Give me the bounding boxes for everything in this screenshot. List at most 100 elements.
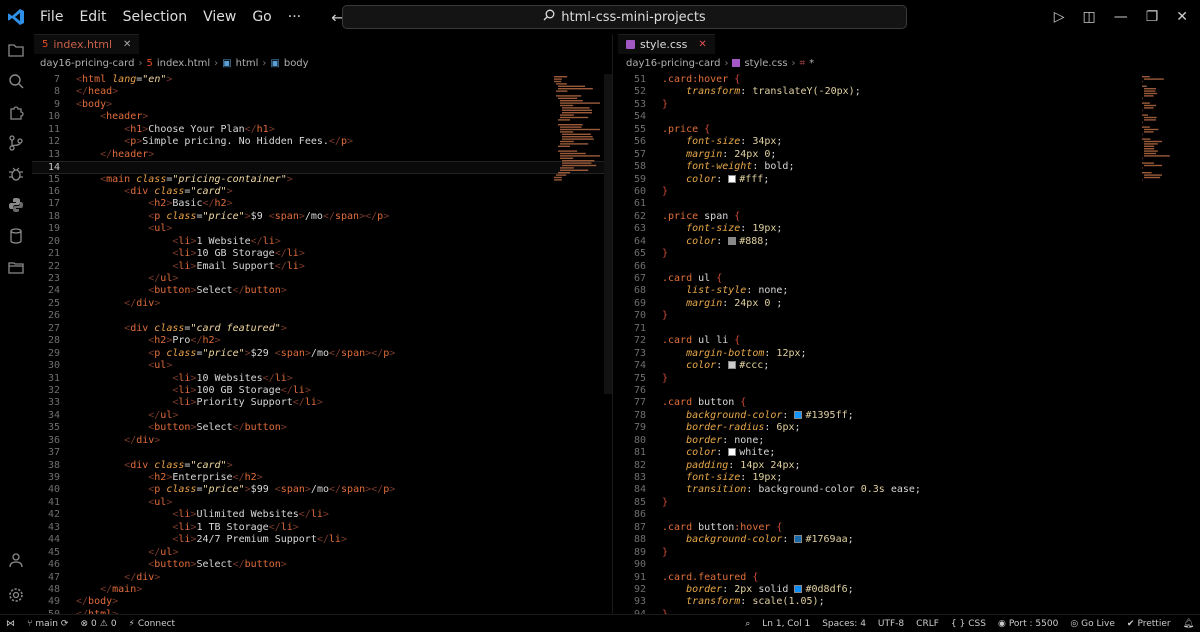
code-line[interactable]: 71: [618, 323, 1200, 335]
code-line[interactable]: 66: [618, 261, 1200, 273]
line-number[interactable]: 42: [32, 509, 60, 521]
code-line[interactable]: 40 <p class="price">$99 <span>/mo</span>…: [32, 484, 612, 496]
code-line[interactable]: 48 </main>: [32, 584, 612, 596]
line-number[interactable]: 67: [618, 273, 646, 285]
code-line[interactable]: 17 <h2>Basic</h2>: [32, 198, 612, 210]
code-line[interactable]: 58 font-weight: bold;: [618, 161, 1200, 173]
breadcrumb-file[interactable]: style.css: [744, 58, 787, 69]
code-line[interactable]: 68 list-style: none;: [618, 285, 1200, 297]
code-line[interactable]: 11 <h1>Choose Your Plan</h1>: [32, 124, 612, 136]
line-number[interactable]: 77: [618, 397, 646, 409]
code-line[interactable]: 14: [32, 161, 612, 174]
remote-indicator[interactable]: ⋈: [0, 619, 21, 629]
line-number[interactable]: 30: [32, 360, 60, 372]
code-line[interactable]: 80 border: none;: [618, 435, 1200, 447]
code-line[interactable]: 52 transform: translateY(-20px);: [618, 86, 1200, 98]
code-line[interactable]: 9 <body>: [32, 99, 612, 111]
code-line[interactable]: 42 <li>Ulimited Websites</li>: [32, 509, 612, 521]
code-line[interactable]: 69 margin: 24px 0 ;: [618, 298, 1200, 310]
line-number[interactable]: 44: [32, 534, 60, 546]
line-number[interactable]: 83: [618, 472, 646, 484]
line-number[interactable]: 35: [32, 422, 60, 434]
line-number[interactable]: 53: [618, 99, 646, 111]
code-line[interactable]: 91 .card.featured {: [618, 572, 1200, 584]
menu-selection[interactable]: Selection: [115, 0, 196, 34]
code-line[interactable]: 90: [618, 559, 1200, 571]
line-number[interactable]: 85: [618, 497, 646, 509]
line-number[interactable]: 88: [618, 534, 646, 546]
line-number[interactable]: 84: [618, 484, 646, 496]
line-number[interactable]: 66: [618, 261, 646, 273]
line-number[interactable]: 68: [618, 285, 646, 297]
line-number[interactable]: 52: [618, 86, 646, 98]
line-number[interactable]: 51: [618, 74, 646, 86]
extensions-puzzle-icon[interactable]: [0, 96, 32, 127]
code-line[interactable]: 44 <li>24/7 Premium Support</li>: [32, 534, 612, 546]
line-number[interactable]: 72: [618, 335, 646, 347]
line-number[interactable]: 10: [32, 111, 60, 123]
line-number[interactable]: 14: [32, 162, 60, 173]
line-number[interactable]: 78: [618, 410, 646, 422]
menu-go[interactable]: Go: [244, 0, 279, 34]
code-line[interactable]: 20 <li>1 Website</li>: [32, 236, 612, 248]
breadcrumb-folder[interactable]: day16-pricing-card: [626, 58, 720, 69]
line-number[interactable]: 58: [618, 161, 646, 173]
code-line[interactable]: 28 <h2>Pro</h2>: [32, 335, 612, 347]
minimize-icon[interactable]: —: [1114, 9, 1128, 25]
line-number[interactable]: 43: [32, 522, 60, 534]
line-number[interactable]: 91: [618, 572, 646, 584]
close-tab-icon[interactable]: ✕: [698, 39, 706, 50]
line-number[interactable]: 73: [618, 348, 646, 360]
code-line[interactable]: 32 <li>100 GB Storage</li>: [32, 385, 612, 397]
line-number[interactable]: 71: [618, 323, 646, 335]
line-number[interactable]: 54: [618, 111, 646, 123]
line-number[interactable]: 16: [32, 186, 60, 198]
code-line[interactable]: 63 font-size: 19px;: [618, 223, 1200, 235]
menu-more[interactable]: ···: [280, 0, 309, 34]
line-number[interactable]: 86: [618, 509, 646, 521]
line-number[interactable]: 23: [32, 273, 60, 285]
go-live-button[interactable]: ◎ Go Live: [1064, 619, 1121, 629]
line-number[interactable]: 15: [32, 174, 60, 186]
line-number[interactable]: 37: [32, 447, 60, 459]
code-line[interactable]: 59 color: #fff;: [618, 174, 1200, 186]
zoom-indicator[interactable]: ⌕: [739, 619, 756, 629]
notifications[interactable]: 🔔︎: [1177, 619, 1200, 629]
debug-bug-icon[interactable]: [0, 158, 32, 189]
line-number[interactable]: 29: [32, 348, 60, 360]
port-indicator[interactable]: ◉ Port : 5500: [992, 619, 1064, 629]
code-line[interactable]: 24 <button>Select</button>: [32, 285, 612, 297]
code-line[interactable]: 37: [32, 447, 612, 459]
code-line[interactable]: 23 </ul>: [32, 273, 612, 285]
code-line[interactable]: 73 margin-bottom: 12px;: [618, 348, 1200, 360]
code-line[interactable]: 93 transform: scale(1.05);: [618, 596, 1200, 608]
search-icon[interactable]: [0, 65, 32, 96]
code-line[interactable]: 79 border-radius: 6px;: [618, 422, 1200, 434]
line-number[interactable]: 56: [618, 136, 646, 148]
line-number[interactable]: 36: [32, 435, 60, 447]
line-number[interactable]: 17: [32, 198, 60, 210]
problems-indicator[interactable]: ⊗ 0 ⚠ 0: [74, 619, 122, 629]
line-number[interactable]: 34: [32, 410, 60, 422]
line-number[interactable]: 47: [32, 572, 60, 584]
code-line[interactable]: 47 </div>: [32, 572, 612, 584]
code-line[interactable]: 60}: [618, 186, 1200, 198]
split-editor-icon[interactable]: ◫: [1082, 9, 1095, 25]
breadcrumb-folder[interactable]: day16-pricing-card: [40, 58, 134, 69]
line-number[interactable]: 59: [618, 174, 646, 186]
line-number[interactable]: 26: [32, 310, 60, 322]
code-line[interactable]: 62 .price span {: [618, 211, 1200, 223]
breadcrumb-file[interactable]: index.html: [157, 58, 210, 69]
code-line[interactable]: 83 font-size: 19px;: [618, 472, 1200, 484]
line-number[interactable]: 31: [32, 373, 60, 385]
line-number[interactable]: 70: [618, 310, 646, 322]
explorer-icon[interactable]: [0, 34, 32, 65]
line-number[interactable]: 24: [32, 285, 60, 297]
line-number[interactable]: 75: [618, 373, 646, 385]
line-number[interactable]: 60: [618, 186, 646, 198]
code-line[interactable]: 75}: [618, 373, 1200, 385]
line-number[interactable]: 65: [618, 248, 646, 260]
code-line[interactable]: 7 <html lang="en">: [32, 74, 612, 86]
code-line[interactable]: 87 .card button:hover {: [618, 522, 1200, 534]
line-number[interactable]: 21: [32, 248, 60, 260]
